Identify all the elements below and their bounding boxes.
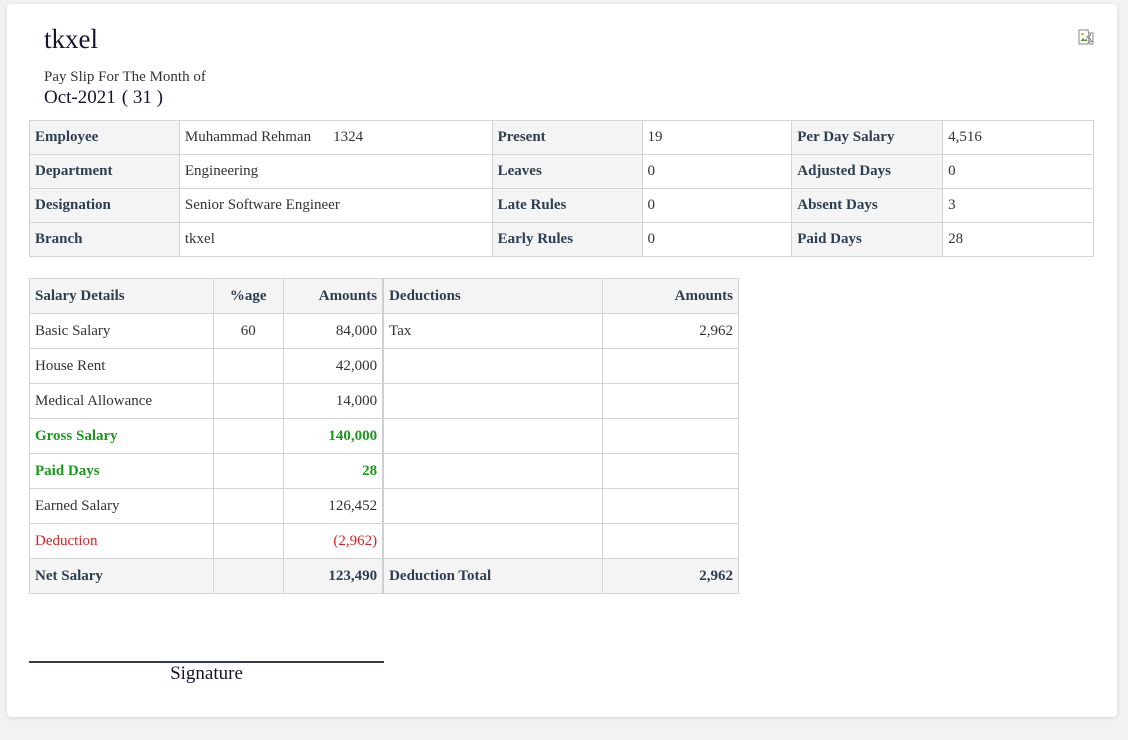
- info-label: Designation: [29, 188, 180, 223]
- salary-percentage: [212, 523, 284, 559]
- info-value: 28: [942, 222, 1094, 257]
- info-label: Adjusted Days: [791, 154, 944, 189]
- employee-info-table: Employee Muhammad Rehman 1324 Present 19 …: [29, 120, 1094, 257]
- col-header-deductions: Deductions: [382, 278, 604, 314]
- salary-percentage: [212, 348, 284, 384]
- info-row: Designation Senior Software Engineer Lat…: [29, 188, 1094, 223]
- salary-row: Earned Salary 126,452: [29, 488, 739, 524]
- info-value: 3: [942, 188, 1094, 223]
- info-label: Present: [491, 120, 643, 155]
- salary-row-deduction: Deduction (2,962): [29, 523, 739, 559]
- slip-period: Oct-2021( 31 ): [44, 87, 163, 109]
- net-salary-label: Net Salary: [29, 558, 214, 594]
- period-days: ( 31 ): [121, 87, 163, 108]
- info-value: Engineering: [178, 154, 493, 189]
- info-value: Muhammad Rehman 1324: [178, 120, 493, 155]
- salary-amount: 42,000: [282, 348, 385, 384]
- info-value: 4,516: [942, 120, 1094, 155]
- info-label: Branch: [29, 222, 180, 257]
- salary-label: Deduction: [29, 523, 214, 559]
- salary-label: Earned Salary: [29, 488, 214, 524]
- deduction-amount: [602, 453, 739, 489]
- deduction-amount: [602, 523, 739, 559]
- deduction-amount: [602, 418, 739, 454]
- salary-label: Medical Allowance: [29, 383, 214, 419]
- salary-percentage: [212, 418, 284, 454]
- info-label: Paid Days: [791, 222, 944, 257]
- salary-amount: (2,962): [282, 523, 385, 559]
- info-label: Leaves: [491, 154, 643, 189]
- info-row: Branch tkxel Early Rules 0 Paid Days 28: [29, 222, 1094, 257]
- deduction-total-label: Deduction Total: [382, 558, 604, 594]
- period-month: Oct-2021: [44, 87, 116, 108]
- deduction-label: Tax: [382, 313, 604, 349]
- salary-amount: 84,000: [282, 313, 385, 349]
- salary-row-gross: Gross Salary 140,000: [29, 418, 739, 454]
- col-header-deduction-amounts: Amounts: [602, 278, 739, 314]
- salary-label: Gross Salary: [29, 418, 214, 454]
- payslip-card: tkxel Pay Slip For The Month of Oct-2021…: [7, 4, 1117, 717]
- info-row: Department Engineering Leaves 0 Adjusted…: [29, 154, 1094, 189]
- info-label: Per Day Salary: [791, 120, 944, 155]
- salary-percentage: [212, 383, 284, 419]
- salary-row: House Rent 42,000: [29, 348, 739, 384]
- salary-row: Basic Salary 60 84,000 Tax 2,962: [29, 313, 739, 349]
- info-value: 19: [641, 120, 793, 155]
- employee-name: Muhammad Rehman: [184, 129, 312, 145]
- info-value: tkxel: [178, 222, 493, 257]
- salary-label: House Rent: [29, 348, 214, 384]
- deduction-label: [382, 418, 604, 454]
- deduction-total-amount: 2,962: [602, 558, 739, 594]
- salary-footer-row: Net Salary 123,490 Deduction Total 2,962: [29, 558, 739, 594]
- col-header-salary-details: Salary Details: [29, 278, 214, 314]
- net-salary-amount: 123,490: [282, 558, 385, 594]
- info-value: 0: [641, 222, 793, 257]
- salary-amount: 126,452: [282, 488, 385, 524]
- salary-row: Medical Allowance 14,000: [29, 383, 739, 419]
- slip-label: Pay Slip For The Month of: [44, 69, 206, 85]
- info-row: Employee Muhammad Rehman 1324 Present 19 …: [29, 120, 1094, 155]
- salary-percentage: [212, 453, 284, 489]
- col-header-amounts: Amounts: [282, 278, 385, 314]
- deduction-label: [382, 348, 604, 384]
- deduction-amount: [602, 488, 739, 524]
- salary-percentage: [212, 488, 284, 524]
- info-label: Absent Days: [791, 188, 944, 223]
- info-label: Early Rules: [491, 222, 643, 257]
- broken-image-icon: [1078, 29, 1094, 45]
- company-name: tkxel: [44, 24, 98, 54]
- salary-amount: 140,000: [282, 418, 385, 454]
- salary-details-table: Salary Details %age Amounts Deductions A…: [29, 278, 739, 594]
- info-label: Late Rules: [491, 188, 643, 223]
- info-value: 0: [942, 154, 1094, 189]
- salary-header-row: Salary Details %age Amounts Deductions A…: [29, 278, 739, 314]
- info-value: 0: [641, 188, 793, 223]
- col-header-percentage: %age: [212, 278, 284, 314]
- deduction-amount: 2,962: [602, 313, 739, 349]
- signature-label: Signature: [170, 663, 243, 684]
- deduction-label: [382, 488, 604, 524]
- info-label: Department: [29, 154, 180, 189]
- net-salary-percentage: [212, 558, 284, 594]
- info-value: 0: [641, 154, 793, 189]
- salary-label: Basic Salary: [29, 313, 214, 349]
- deduction-amount: [602, 383, 739, 419]
- deduction-label: [382, 383, 604, 419]
- info-label: Employee: [29, 120, 180, 155]
- salary-label: Paid Days: [29, 453, 214, 489]
- employee-id: 1324: [333, 129, 364, 145]
- deduction-label: [382, 523, 604, 559]
- salary-row-paid-days: Paid Days 28: [29, 453, 739, 489]
- deduction-amount: [602, 348, 739, 384]
- salary-percentage: 60: [212, 313, 284, 349]
- info-value: Senior Software Engineer: [178, 188, 493, 223]
- salary-amount: 14,000: [282, 383, 385, 419]
- salary-amount: 28: [282, 453, 385, 489]
- deduction-label: [382, 453, 604, 489]
